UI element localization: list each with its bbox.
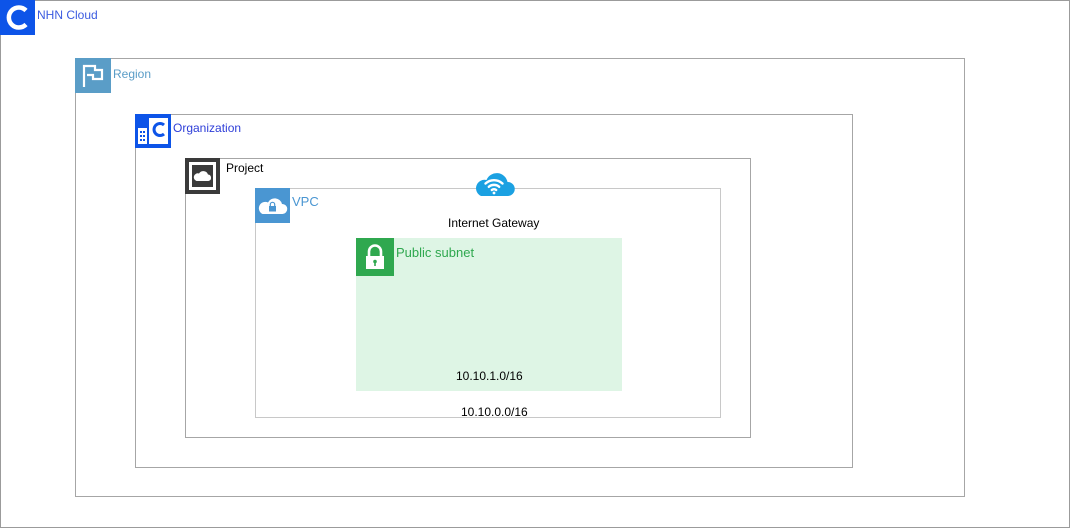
project-label: Project <box>226 161 264 175</box>
organization-label: Organization <box>173 121 242 135</box>
cloud-wifi-icon <box>472 165 516 199</box>
public-subnet-label: Public subnet <box>396 245 475 260</box>
vpc-cidr: 10.10.0.0/16 <box>461 405 528 419</box>
lock-icon <box>356 238 394 276</box>
region-label: Region <box>113 67 152 81</box>
flag-icon <box>75 58 111 93</box>
organization-building-icon <box>135 114 171 148</box>
internet-gateway-label: Internet Gateway <box>448 216 540 230</box>
vpc-label: VPC <box>292 194 319 209</box>
nhn-cloud-label: NHN Cloud <box>37 8 98 22</box>
project-cloud-icon <box>185 158 220 194</box>
nhn-cloud-logo-icon <box>0 0 35 35</box>
public-subnet-cidr: 10.10.1.0/16 <box>456 369 523 383</box>
cloud-lock-icon <box>255 188 290 223</box>
